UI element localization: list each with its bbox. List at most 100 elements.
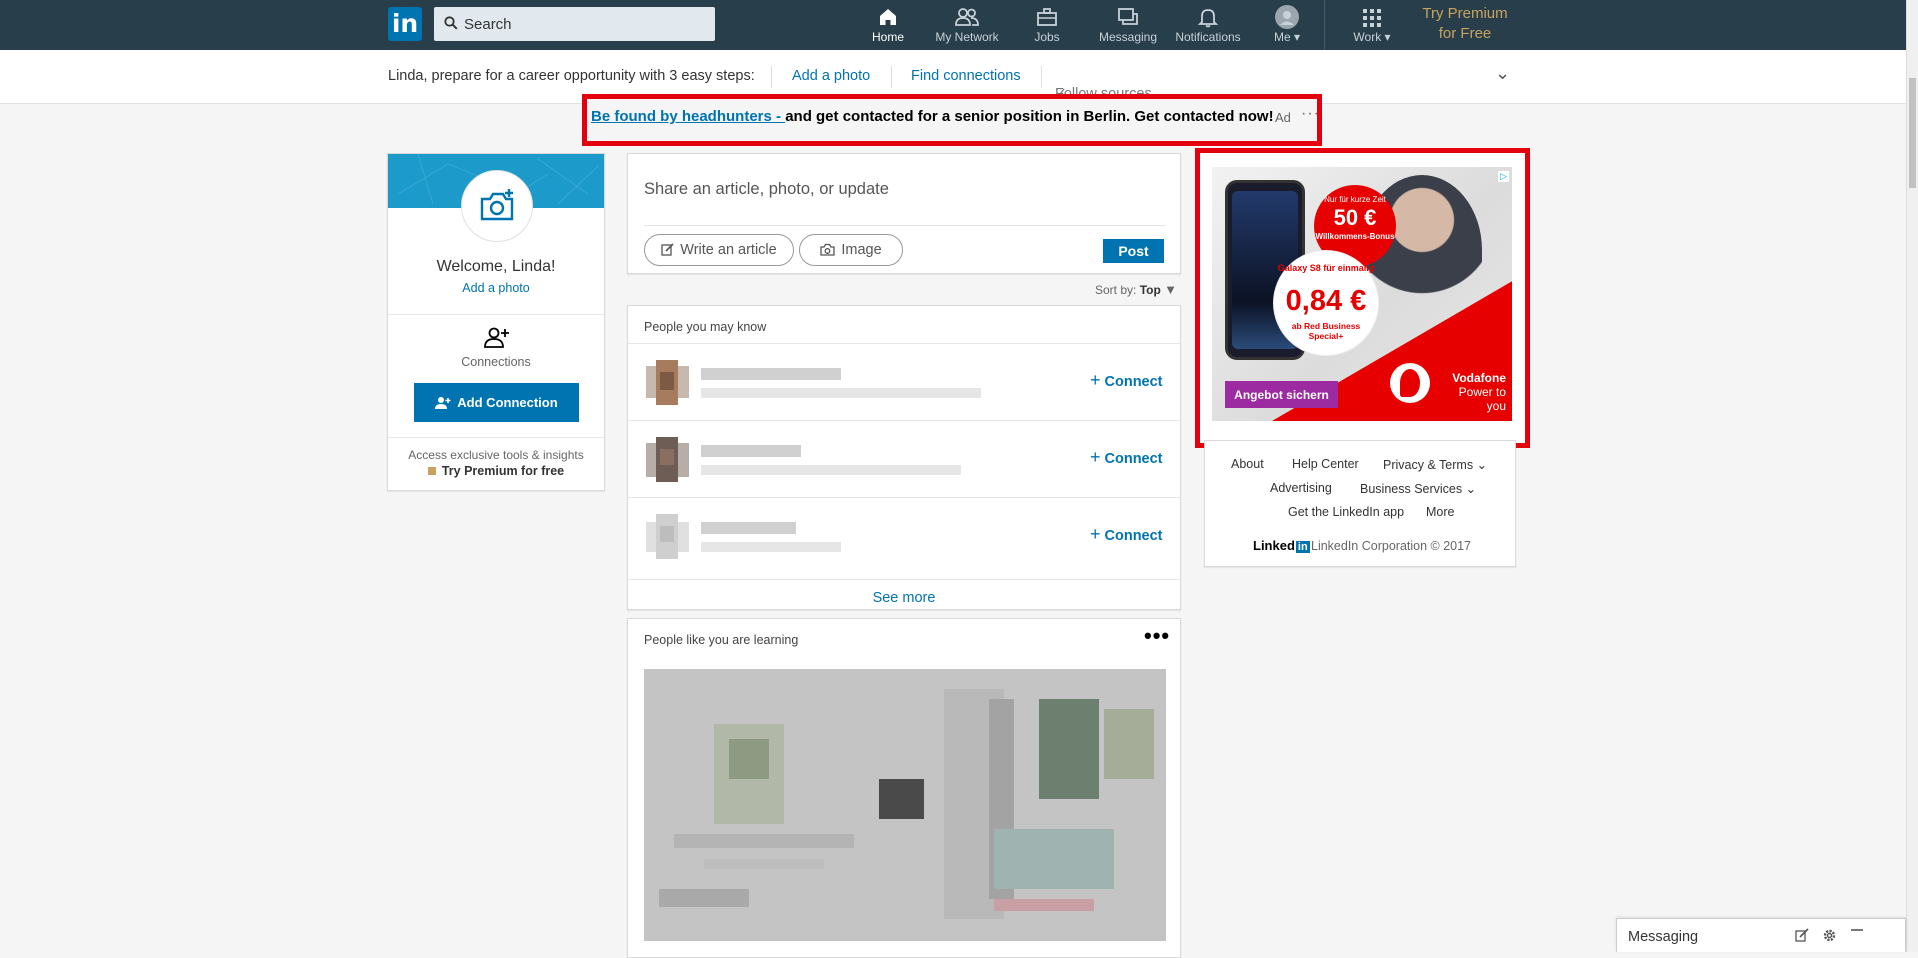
divider xyxy=(1041,66,1042,88)
connect-button[interactable]: + Connect xyxy=(1090,524,1163,545)
home-icon xyxy=(880,9,896,25)
caret-down-icon: ▼ xyxy=(1164,282,1178,297)
premium-badge-icon xyxy=(427,467,436,475)
share-box: Share an article, photo, or update Write… xyxy=(627,153,1181,274)
person-avatar-blurred[interactable] xyxy=(646,360,689,405)
image-button[interactable]: Image xyxy=(799,234,903,266)
nav-my-network[interactable]: My Network xyxy=(933,5,1001,47)
nav-messaging-label: Messaging xyxy=(1099,30,1158,44)
avatar-icon xyxy=(1275,5,1299,29)
offer-cta-button[interactable]: Angebot sichern xyxy=(1225,381,1338,408)
nav-jobs-label: Jobs xyxy=(1034,30,1060,44)
more-link[interactable]: More xyxy=(1426,505,1454,519)
gear-icon[interactable] xyxy=(1822,928,1837,943)
get-app-link[interactable]: Get the LinkedIn app xyxy=(1288,505,1404,519)
messaging-tray[interactable]: Messaging xyxy=(1616,918,1906,952)
plus-icon: + xyxy=(1090,370,1101,390)
linkedin-logo[interactable]: in xyxy=(388,7,422,41)
person-headline-blurred xyxy=(701,388,981,398)
nav-divider xyxy=(1324,0,1325,50)
bell-icon xyxy=(1197,9,1219,28)
write-article-button[interactable]: Write an article xyxy=(644,234,794,266)
advertising-link[interactable]: Advertising xyxy=(1270,481,1332,495)
caret-down-icon: ▾ xyxy=(1293,30,1301,44)
see-more-link[interactable]: See more xyxy=(628,579,1180,610)
person-headline-blurred xyxy=(701,465,961,475)
page-scrollbar[interactable] xyxy=(1906,0,1918,952)
caret-down-icon: ▾ xyxy=(1384,30,1391,44)
profile-avatar[interactable] xyxy=(461,170,533,242)
nav-my-network-label: My Network xyxy=(935,30,999,44)
list-item: + Connect xyxy=(628,420,1180,497)
nav-home[interactable]: Home xyxy=(869,5,907,47)
share-update-input[interactable]: Share an article, photo, or update xyxy=(644,180,889,199)
nav-messaging[interactable]: Messaging xyxy=(1099,5,1157,47)
add-connection-button[interactable]: Add Connection xyxy=(414,383,579,422)
chat-icon xyxy=(1118,8,1138,25)
profile-card: Welcome, Linda! Add a photo Connections … xyxy=(387,153,605,491)
try-premium-free-link[interactable]: Try Premium for free xyxy=(388,464,604,478)
search-icon xyxy=(444,16,458,30)
ad-options-icon[interactable]: ··· xyxy=(1301,105,1320,123)
onboarding-prompt: Linda, prepare for a career opportunity … xyxy=(388,68,755,84)
sort-by-dropdown[interactable]: Sort by: Top ▼ xyxy=(1095,282,1177,297)
person-avatar-blurred[interactable] xyxy=(646,514,689,559)
list-item: + Connect xyxy=(628,497,1180,574)
learning-title: People like you are learning xyxy=(644,633,799,647)
nav-notifications[interactable]: Notifications xyxy=(1172,5,1244,47)
chevron-down-icon[interactable]: ⌄ xyxy=(1495,63,1510,84)
person-avatar-blurred[interactable] xyxy=(646,437,689,482)
privacy-terms-link[interactable]: Privacy & Terms ⌄ xyxy=(1383,457,1487,472)
display-ad-highlight: Nur für kurze Zeit 50 € Willkommens-Bonu… xyxy=(1195,148,1530,448)
post-button[interactable]: Post xyxy=(1103,239,1164,263)
profile-add-photo-link[interactable]: Add a photo xyxy=(388,281,604,295)
business-services-link[interactable]: Business Services ⌄ xyxy=(1360,481,1476,496)
person-name-blurred[interactable] xyxy=(701,368,841,380)
briefcase-icon xyxy=(1037,8,1057,26)
minimize-icon[interactable] xyxy=(1850,926,1864,936)
connect-button[interactable]: + Connect xyxy=(1090,447,1163,468)
try-premium-link[interactable]: Try Premium for Free xyxy=(1410,4,1520,44)
nav-home-label: Home xyxy=(871,30,904,44)
adchoices-icon[interactable]: ▷ xyxy=(1498,171,1509,182)
chevron-down-icon: ⌄ xyxy=(1476,458,1488,472)
plus-icon: + xyxy=(1090,447,1101,467)
linkedin-footer-logo: Linked in xyxy=(1253,538,1310,553)
vodafone-logo-icon xyxy=(1390,363,1430,403)
nav-jobs[interactable]: Jobs xyxy=(1034,5,1060,47)
nav-notifications-label: Notifications xyxy=(1175,30,1241,44)
search-input[interactable] xyxy=(462,7,712,41)
pencil-icon xyxy=(661,243,674,256)
scrollbar-thumb[interactable] xyxy=(1909,78,1916,188)
connect-button[interactable]: + Connect xyxy=(1090,370,1163,391)
premium-access-text: Access exclusive tools & insights xyxy=(408,448,584,462)
person-name-blurred[interactable] xyxy=(701,522,796,534)
text-ad[interactable]: Be found by headhunters - and get contac… xyxy=(591,108,1274,125)
welcome-text: Welcome, Linda! xyxy=(436,258,556,275)
person-name-blurred[interactable] xyxy=(701,445,801,457)
text-ad-highlight: Be found by headhunters - and get contac… xyxy=(582,94,1322,146)
nav-work-label: Work ▾ xyxy=(1353,30,1391,44)
network-icon xyxy=(955,8,979,26)
grid-icon xyxy=(1363,9,1381,27)
text-ad-copy: and get contacted for a senior position … xyxy=(785,108,1274,125)
nav-work[interactable]: Work ▾ xyxy=(1351,5,1393,47)
ad-label: Ad xyxy=(1275,110,1291,125)
find-connections-link[interactable]: Find connections xyxy=(911,68,1021,84)
vodafone-display-ad[interactable]: Nur für kurze Zeit 50 € Willkommens-Bonu… xyxy=(1212,167,1512,421)
nav-me-label: Me ▾ xyxy=(1273,30,1301,44)
help-center-link[interactable]: Help Center xyxy=(1292,457,1359,471)
compose-icon[interactable] xyxy=(1795,928,1809,942)
course-thumbnail-blurred[interactable] xyxy=(644,669,1166,941)
list-item: + Connect xyxy=(628,343,1180,420)
about-link[interactable]: About xyxy=(1231,457,1264,471)
divider xyxy=(771,66,772,88)
search-box[interactable] xyxy=(434,7,715,41)
plus-icon: + xyxy=(1090,524,1101,544)
divider xyxy=(388,437,604,438)
learning-card: People like you are learning ••• xyxy=(627,618,1181,958)
nav-me[interactable]: Me ▾ xyxy=(1272,5,1302,47)
more-options-icon[interactable]: ••• xyxy=(1144,623,1170,649)
add-photo-link[interactable]: Add a photo xyxy=(792,68,870,84)
text-ad-link[interactable]: Be found by headhunters - xyxy=(591,108,785,125)
